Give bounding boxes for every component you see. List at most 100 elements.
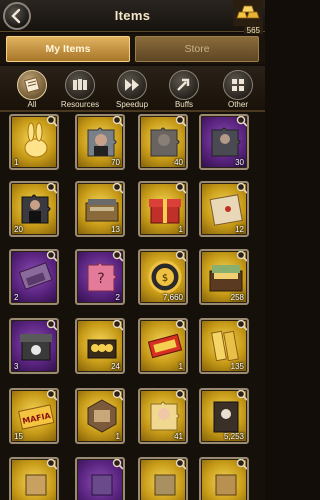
gold-bars-icon bbox=[233, 0, 263, 26]
gold-coins-box-icon bbox=[87, 339, 117, 359]
purple-ticket-item[interactable]: 2 bbox=[9, 249, 59, 305]
item-count: 13 bbox=[111, 225, 120, 234]
map-scroll-item[interactable]: 12 bbox=[199, 181, 249, 237]
badge-item[interactable]: 1 bbox=[75, 388, 125, 444]
category-buffs[interactable]: Buffs bbox=[164, 70, 204, 110]
armored-puzzle-item[interactable]: 40 bbox=[138, 114, 188, 170]
magnifier-icon[interactable] bbox=[175, 389, 187, 401]
bottom-3-icon bbox=[154, 474, 176, 496]
magnifier-icon[interactable] bbox=[112, 389, 124, 401]
bottom-item-3[interactable] bbox=[138, 457, 188, 500]
item-count: 7,660 bbox=[162, 293, 183, 302]
category-label: Buffs bbox=[174, 100, 194, 109]
suit-puzzle-item[interactable]: 20 bbox=[9, 181, 59, 237]
item-count: 135 bbox=[230, 362, 244, 371]
item-count: 1 bbox=[115, 432, 120, 441]
magnifier-icon[interactable] bbox=[175, 458, 187, 470]
blonde-puzzle-icon bbox=[150, 401, 180, 431]
magnifier-icon[interactable] bbox=[236, 115, 248, 127]
magnifier-icon[interactable] bbox=[175, 250, 187, 262]
map-scroll-icon bbox=[209, 194, 243, 226]
category-all[interactable]: All bbox=[12, 70, 52, 110]
tab-store[interactable]: Store bbox=[135, 36, 259, 62]
bottom-item-2[interactable] bbox=[75, 457, 125, 500]
cash-briefcase-item[interactable]: 258 bbox=[199, 249, 249, 305]
magnifier-icon[interactable] bbox=[112, 319, 124, 331]
bottom-item-4[interactable] bbox=[199, 457, 249, 500]
skull-card-icon bbox=[213, 401, 239, 433]
dark-puzzle-icon bbox=[211, 127, 241, 157]
magnifier-icon[interactable] bbox=[112, 458, 124, 470]
magnifier-icon[interactable] bbox=[236, 319, 248, 331]
skull-chest-icon bbox=[20, 334, 52, 361]
bottom-4-icon bbox=[215, 474, 237, 496]
mystery-puzzle-icon: ? bbox=[87, 262, 117, 292]
magnifier-icon[interactable] bbox=[236, 182, 248, 194]
weapon-crate-item[interactable]: 13 bbox=[75, 181, 125, 237]
page-title: Items bbox=[114, 8, 151, 23]
category-other[interactable]: Other bbox=[218, 70, 258, 110]
bottom-item-1[interactable] bbox=[9, 457, 59, 500]
magnifier-icon[interactable] bbox=[46, 319, 58, 331]
gold-bars-item[interactable]: 135 bbox=[199, 318, 249, 374]
magnifier-icon[interactable] bbox=[175, 319, 187, 331]
scroll-icon bbox=[24, 77, 40, 93]
item-count: 5,253 bbox=[223, 432, 244, 441]
skull-card-item[interactable]: 5,253 bbox=[199, 388, 249, 444]
gold-coins-box-item[interactable]: 24 bbox=[75, 318, 125, 374]
magnifier-icon[interactable] bbox=[46, 115, 58, 127]
tab-my-items[interactable]: My Items bbox=[6, 36, 130, 62]
magnifier-icon[interactable] bbox=[236, 458, 248, 470]
blonde-puzzle-item[interactable]: 41 bbox=[138, 388, 188, 444]
magnifier-icon[interactable] bbox=[112, 115, 124, 127]
item-count: 70 bbox=[111, 158, 120, 167]
top-bar: Items 565 bbox=[0, 0, 265, 35]
item-count: 1 bbox=[178, 225, 183, 234]
item-count: 12 bbox=[235, 225, 244, 234]
purple-ticket-icon bbox=[18, 262, 53, 290]
category-label: All bbox=[27, 100, 37, 109]
svg-text:?: ? bbox=[97, 271, 104, 287]
gold-chip-item[interactable]: $7,660 bbox=[138, 249, 188, 305]
category-label: Speedup bbox=[115, 100, 149, 109]
armored-puzzle-icon bbox=[150, 127, 180, 157]
skull-chest-item[interactable]: 3 bbox=[9, 318, 59, 374]
item-count: 2 bbox=[115, 293, 120, 302]
dark-puzzle-item[interactable]: 30 bbox=[199, 114, 249, 170]
magnifier-icon[interactable] bbox=[46, 250, 58, 262]
magnifier-icon[interactable] bbox=[236, 389, 248, 401]
cash-briefcase-icon bbox=[209, 265, 243, 292]
resources-icon bbox=[73, 79, 87, 90]
fast-forward-icon bbox=[125, 79, 139, 91]
golden-ticket-item[interactable]: 1 bbox=[138, 318, 188, 374]
items-grid: 1 70 40 30 20 13 1 12 2? 2 $7,660 258 3 24 1 135 MAFIA 15… bbox=[0, 112, 265, 500]
gold-currency[interactable]: 565 bbox=[233, 0, 265, 38]
item-count: 3 bbox=[14, 362, 19, 371]
item-count: 41 bbox=[174, 432, 183, 441]
category-speedup[interactable]: Speedup bbox=[112, 70, 152, 110]
magnifier-icon[interactable] bbox=[236, 250, 248, 262]
weapon-crate-icon bbox=[85, 199, 119, 222]
gangster-puzzle-item[interactable]: 70 bbox=[75, 114, 125, 170]
magnifier-icon[interactable] bbox=[112, 182, 124, 194]
item-count: 2 bbox=[14, 293, 19, 302]
badge-icon bbox=[87, 399, 117, 433]
item-count: 258 bbox=[230, 293, 244, 302]
category-label: Resources bbox=[60, 100, 100, 109]
bottom-2-icon bbox=[91, 474, 113, 496]
item-count: 40 bbox=[174, 158, 183, 167]
mystery-puzzle-item[interactable]: ? 2 bbox=[75, 249, 125, 305]
magnifier-icon[interactable] bbox=[112, 250, 124, 262]
magnifier-icon[interactable] bbox=[46, 458, 58, 470]
category-resources[interactable]: Resources bbox=[60, 70, 100, 110]
magnifier-icon[interactable] bbox=[46, 389, 58, 401]
item-count: 30 bbox=[235, 158, 244, 167]
mafia-ticket-item[interactable]: MAFIA 15 bbox=[9, 388, 59, 444]
magnifier-icon[interactable] bbox=[175, 182, 187, 194]
golden-rabbit-item[interactable]: 1 bbox=[9, 114, 59, 170]
golden-ticket-icon bbox=[147, 333, 183, 359]
gift-chest-item[interactable]: 1 bbox=[138, 181, 188, 237]
item-count: 20 bbox=[14, 225, 23, 234]
magnifier-icon[interactable] bbox=[46, 182, 58, 194]
magnifier-icon[interactable] bbox=[175, 115, 187, 127]
